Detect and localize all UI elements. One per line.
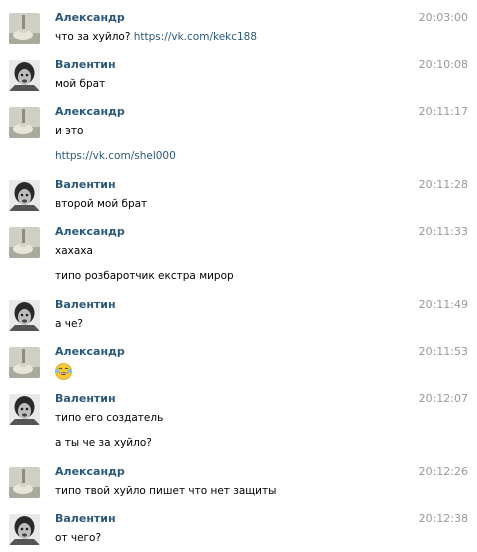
message-time[interactable]: 20:12:26 [419, 465, 468, 478]
alexandr-avatar[interactable] [9, 347, 40, 378]
message-author[interactable]: Валентин [55, 392, 116, 405]
message-time[interactable]: 20:11:17 [419, 105, 468, 118]
message-author[interactable]: Александр [55, 105, 125, 118]
message-author[interactable]: Валентин [55, 178, 116, 191]
message-time[interactable]: 20:12:07 [419, 392, 468, 405]
message-text: а че? [55, 318, 84, 330]
message-text: второй мой брат [55, 198, 148, 210]
message-text: мой брат [55, 78, 106, 90]
message-time[interactable]: 20:12:38 [419, 512, 468, 525]
message-author[interactable]: Валентин [55, 58, 116, 71]
message-time[interactable]: 20:11:49 [419, 298, 468, 311]
message-text: от чего? [55, 532, 102, 544]
valentin-avatar[interactable] [9, 514, 40, 545]
message-text: хахаха [55, 245, 93, 257]
message-text: типо его создатель [55, 412, 164, 424]
message-text: https://vk.com/shel000 [55, 150, 176, 162]
message-time[interactable]: 20:11:28 [419, 178, 468, 191]
message-time[interactable]: 20:11:33 [419, 225, 468, 238]
message-author[interactable]: Валентин [55, 298, 116, 311]
valentin-avatar[interactable] [9, 60, 40, 91]
alexandr-avatar[interactable] [9, 13, 40, 44]
message-author[interactable]: Александр [55, 11, 125, 24]
message-text: типо розбаротчик екстра мирор [55, 270, 234, 282]
message-link[interactable]: https://vk.com/kekc188 [134, 31, 257, 43]
message-text: и это [55, 125, 84, 137]
valentin-avatar[interactable] [9, 394, 40, 425]
message-time[interactable]: 20:03:00 [419, 11, 468, 24]
message-time[interactable]: 20:11:53 [419, 345, 468, 358]
message-time[interactable]: 20:10:08 [419, 58, 468, 71]
alexandr-avatar[interactable] [9, 467, 40, 498]
message-text-prefix: что за хуйло? [55, 31, 134, 43]
alexandr-avatar[interactable] [9, 227, 40, 258]
valentin-avatar[interactable] [9, 300, 40, 331]
message-text: а ты че за хуйло? [55, 437, 152, 449]
message-author[interactable]: Александр [55, 345, 125, 358]
valentin-avatar[interactable] [9, 180, 40, 211]
message-text: типо твой хуйло пишет что нет защиты [55, 485, 277, 497]
alexandr-avatar[interactable] [9, 107, 40, 138]
message-author[interactable]: Александр [55, 225, 125, 238]
message-author[interactable]: Валентин [55, 512, 116, 525]
message-author[interactable]: Александр [55, 465, 125, 478]
message-link[interactable]: https://vk.com/shel000 [55, 150, 176, 162]
laughing-with-tears-emoji-icon [55, 363, 72, 380]
message-text: что за хуйло? https://vk.com/kekc188 [55, 31, 257, 43]
